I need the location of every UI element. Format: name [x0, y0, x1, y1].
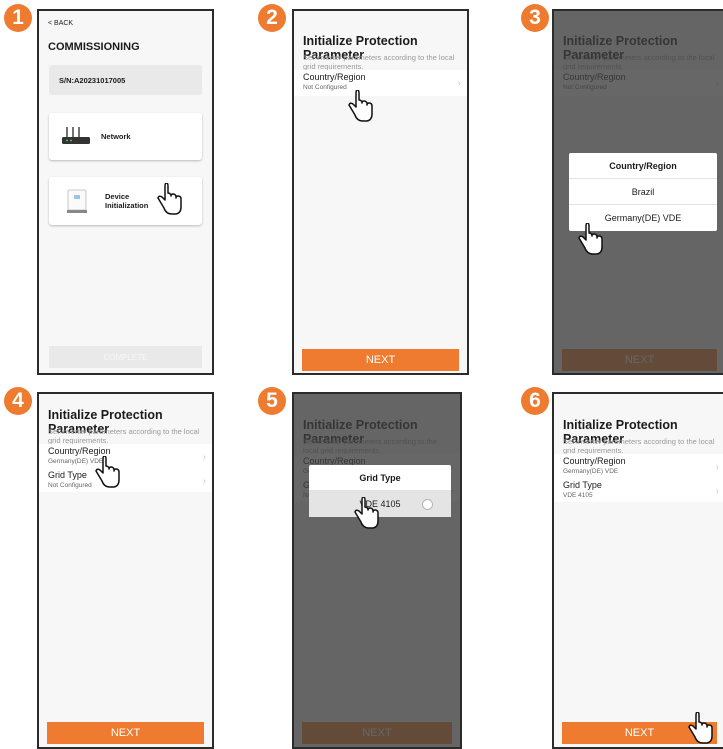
modal-title: Country/Region — [569, 153, 717, 179]
country-region-value: Germany(DE) VDE — [48, 458, 104, 465]
screen-commissioning: < BACK COMMISSIONING S/N:A20231017005 Ne… — [37, 9, 214, 375]
grid-type-row[interactable]: Grid Type VDE 4105 › — [554, 478, 723, 502]
country-region-label: Country/Region — [48, 446, 111, 456]
screen-grid-type-unset: Initialize Protection Parameter Set inve… — [37, 392, 214, 749]
description-text: Set inverter parameters according to the… — [48, 427, 200, 445]
step-5-badge: 5 — [258, 387, 286, 415]
dim-overlay — [294, 394, 460, 747]
complete-label: COMPLETE — [103, 352, 148, 362]
country-region-value: Not Configured — [303, 84, 347, 91]
grid-type-label: Grid Type — [48, 470, 87, 480]
network-card[interactable]: Network — [49, 113, 202, 160]
screen-country-selection: Initialize Protection Parameter Set inve… — [552, 9, 723, 375]
hand-pointer-icon — [354, 497, 379, 529]
grid-type-modal: Grid Type VDE 4105 — [309, 465, 451, 517]
hand-pointer-icon — [95, 456, 120, 488]
chevron-right-icon: › — [715, 486, 719, 497]
modal-title: Grid Type — [309, 465, 451, 491]
router-icon — [62, 126, 90, 144]
grid-type-label: Grid Type — [563, 480, 602, 490]
next-button[interactable]: NEXT — [47, 722, 204, 744]
country-region-label: Country/Region — [303, 72, 366, 82]
initialization-label: Initialization — [105, 201, 149, 210]
step-1-badge: 1 — [4, 4, 32, 32]
option-brazil[interactable]: Brazil — [569, 179, 717, 205]
step-3-badge: 3 — [521, 4, 549, 32]
country-region-value: Germany(DE) VDE — [563, 468, 619, 475]
hand-pointer-icon — [157, 183, 182, 215]
grid-type-value: Not Configured — [48, 482, 92, 489]
next-button[interactable]: NEXT — [302, 349, 459, 371]
chevron-right-icon: › — [202, 452, 206, 463]
serial-number-box: S/N:A20231017005 — [49, 65, 202, 95]
radio-icon — [422, 499, 433, 510]
page-title: COMMISSIONING — [48, 41, 140, 53]
device-label: Device — [105, 192, 130, 201]
step-4-badge: 4 — [4, 387, 32, 415]
grid-type-value: VDE 4105 — [563, 492, 593, 499]
hand-pointer-icon — [348, 90, 373, 122]
back-button[interactable]: < BACK — [48, 20, 73, 27]
country-region-modal: Country/Region Brazil Germany(DE) VDE — [569, 153, 717, 231]
country-region-row[interactable]: Country/Region Germany(DE) VDE › — [554, 454, 723, 478]
description-text: Set inverter parameters according to the… — [303, 53, 455, 71]
hand-pointer-icon — [688, 712, 713, 744]
screen-parameters-configured: Initialize Protection Parameter Set inve… — [552, 392, 723, 749]
next-label: NEXT — [110, 727, 141, 739]
serial-number-text: S/N:A20231017005 — [59, 75, 126, 85]
complete-button[interactable]: COMPLETE — [49, 346, 202, 368]
description-text: Set inverter parameters according to the… — [563, 437, 715, 455]
network-label: Network — [101, 132, 131, 141]
next-label: NEXT — [624, 727, 655, 739]
next-label: NEXT — [365, 354, 396, 366]
chevron-right-icon: › — [202, 476, 206, 487]
grid-type-row[interactable]: Grid Type Not Configured › — [39, 468, 212, 492]
step-2-badge: 2 — [258, 4, 286, 32]
step-6-badge: 6 — [521, 387, 549, 415]
screen-protection-parameter: Initialize Protection Parameter Set inve… — [292, 9, 469, 375]
hand-pointer-icon — [578, 223, 603, 255]
option-vde-4105[interactable]: VDE 4105 — [309, 491, 451, 517]
chevron-right-icon: › — [457, 78, 461, 89]
screen-grid-type-selection: Initialize Protection Parameter Set inve… — [292, 392, 462, 749]
chevron-right-icon: › — [715, 462, 719, 473]
country-region-label: Country/Region — [563, 456, 626, 466]
country-region-row[interactable]: Country/Region Not Configured › — [294, 70, 467, 96]
country-region-row[interactable]: Country/Region Germany(DE) VDE › — [39, 444, 212, 468]
inverter-icon — [67, 189, 87, 213]
